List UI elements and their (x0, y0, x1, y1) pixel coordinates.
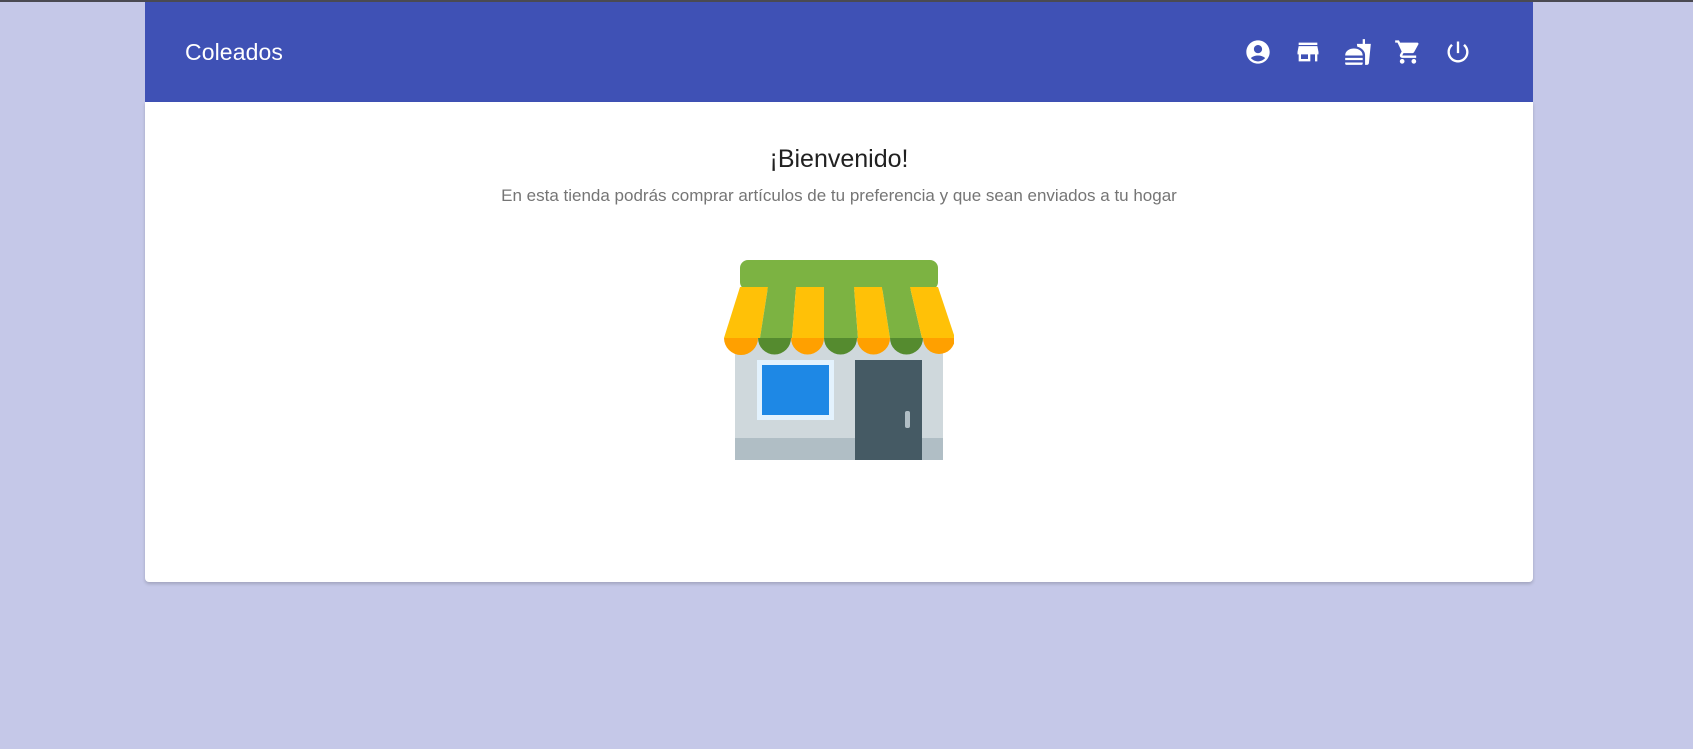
account-button[interactable] (1233, 27, 1283, 77)
welcome-title: ¡Bienvenido! (769, 145, 909, 173)
account-circle-icon (1246, 40, 1270, 64)
door-handle (905, 411, 910, 428)
welcome-subtitle: En esta tienda podrás comprar artículos … (501, 186, 1177, 205)
nav-icons (1233, 27, 1483, 77)
cart-button[interactable] (1383, 27, 1433, 77)
brand-title[interactable]: Coleados (185, 39, 283, 66)
top-toolbar: Coleados (145, 2, 1533, 102)
window-glass (762, 365, 829, 415)
store-button[interactable] (1283, 27, 1333, 77)
shopping-cart-icon (1395, 40, 1419, 64)
app-container: Coleados ¡Bienvenido! En esta tienda pod… (145, 2, 1533, 582)
storefront-illustration (724, 260, 954, 460)
awning-stripe (792, 287, 824, 338)
power-icon (1447, 41, 1469, 63)
door (855, 360, 922, 460)
welcome-card: ¡Bienvenido! En esta tienda podrás compr… (145, 102, 1533, 582)
food-button[interactable] (1333, 27, 1383, 77)
store-icon (1297, 42, 1319, 62)
awning-stripe (824, 287, 858, 338)
logout-button[interactable] (1433, 27, 1483, 77)
awning-top (740, 260, 938, 290)
fastfood-icon (1345, 39, 1371, 65)
